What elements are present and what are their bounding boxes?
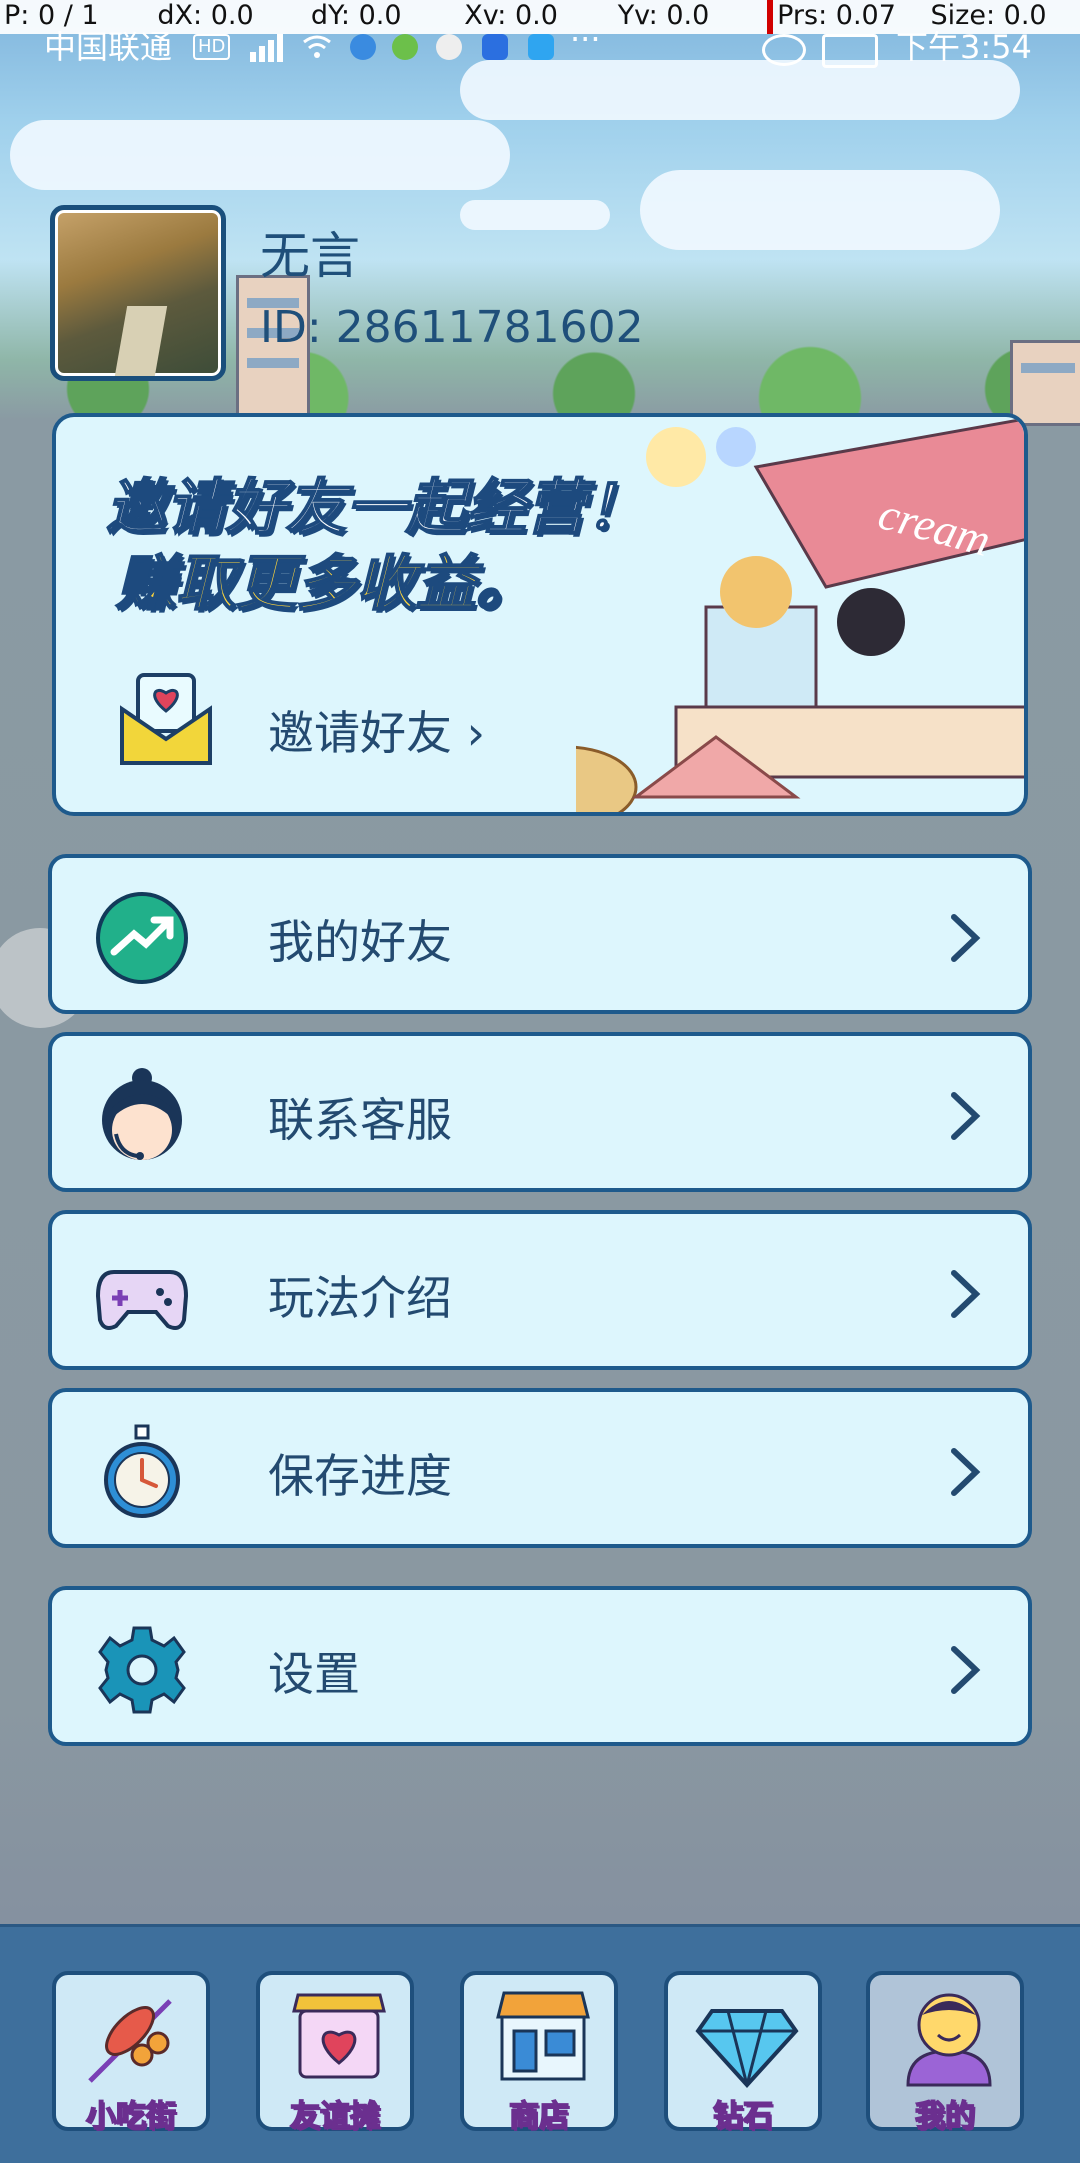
menu-label: 保存进度 bbox=[268, 1449, 452, 1503]
user-face-icon bbox=[906, 1993, 992, 2087]
touch-size: Size: 0.0 bbox=[930, 0, 1047, 31]
pointer-count: P: 0 / 1 bbox=[4, 0, 99, 31]
banner-subline: 赚取更多收益。 bbox=[115, 548, 537, 620]
tab-mine[interactable]: 我的 bbox=[866, 1971, 1024, 2135]
delta-x: dX: 0.0 bbox=[157, 0, 254, 31]
user-name: 无言 bbox=[260, 227, 360, 285]
menu-label: 玩法介绍 bbox=[268, 1271, 452, 1325]
cloud bbox=[460, 200, 610, 230]
velocity-y: Yv: 0.0 bbox=[617, 0, 710, 31]
tab-label: 商店 bbox=[508, 2098, 570, 2135]
tab-snack-street[interactable]: 小吃街 bbox=[52, 1971, 210, 2135]
trend-up-icon bbox=[96, 892, 188, 984]
notification-icon bbox=[392, 34, 418, 60]
stopwatch-icon bbox=[104, 1424, 180, 1518]
notification-icon bbox=[350, 34, 376, 60]
avatar-photo-path bbox=[115, 306, 168, 376]
gear-icon bbox=[98, 1626, 186, 1714]
diamond-icon bbox=[695, 2009, 799, 2088]
cloud bbox=[640, 170, 1000, 250]
tab-label: 小吃街 bbox=[85, 2098, 177, 2135]
search-app-icon bbox=[528, 34, 554, 60]
tab-label: 友谊摊 bbox=[289, 2098, 381, 2135]
pressure: Prs: 0.07 bbox=[767, 0, 926, 34]
bottom-navigation: 小吃街 友谊摊 商店 钻石 我的 bbox=[0, 1924, 1080, 2163]
menu-label: 联系客服 bbox=[268, 1093, 452, 1147]
user-id: ID: 28611781602 bbox=[260, 302, 644, 353]
invite-banner[interactable]: 邀请好友一起经营！ 赚取更多收益。 邀请好友 › cream bbox=[52, 413, 1028, 816]
envelope-heart-icon bbox=[120, 673, 212, 765]
menu-game-guide[interactable]: 玩法介绍 bbox=[48, 1210, 1032, 1370]
tab-label: 钻石 bbox=[712, 2098, 774, 2135]
app-notification-icon bbox=[482, 34, 508, 60]
menu-label: 我的好友 bbox=[268, 915, 452, 969]
chevron-right-icon bbox=[951, 1646, 981, 1694]
building bbox=[1010, 340, 1080, 426]
chevron-right-icon bbox=[951, 1270, 981, 1318]
avatar[interactable] bbox=[50, 205, 226, 381]
invite-friends-label: 邀请好友 bbox=[268, 706, 452, 760]
pointer-debug-bar: P: 0 / 1 dX: 0.0 dY: 0.0 Xv: 0.0 Yv: 0.0… bbox=[0, 0, 1080, 34]
menu-label: 设置 bbox=[268, 1647, 360, 1701]
heart-stall-icon bbox=[292, 1993, 386, 2079]
cloud bbox=[10, 120, 510, 190]
hd-badge: HD bbox=[193, 34, 231, 60]
shop-icon bbox=[496, 1991, 590, 2081]
chevron-right-icon bbox=[951, 1092, 981, 1140]
eye-comfort-icon bbox=[762, 34, 806, 66]
chevron-right-icon bbox=[951, 1448, 981, 1496]
menu-my-friends[interactable]: 我的好友 bbox=[48, 854, 1032, 1014]
tab-shop[interactable]: 商店 bbox=[460, 1971, 618, 2135]
tab-label: 我的 bbox=[914, 2098, 976, 2135]
customer-service-icon bbox=[102, 1068, 182, 1160]
banner-headline: 邀请好友一起经营！ bbox=[105, 472, 647, 544]
ice-cream-stall-illustration: cream bbox=[576, 417, 1024, 812]
battery-icon bbox=[822, 34, 878, 68]
tab-diamonds[interactable]: 钻石 bbox=[664, 1971, 822, 2135]
gamepad-icon bbox=[95, 1270, 189, 1330]
velocity-x: Xv: 0.0 bbox=[464, 0, 558, 31]
menu-contact-support[interactable]: 联系客服 bbox=[48, 1032, 1032, 1192]
skewer-icon bbox=[88, 1999, 172, 2083]
menu-settings[interactable]: 设置 bbox=[48, 1586, 1032, 1746]
tab-friendship-stall[interactable]: 友谊摊 bbox=[256, 1971, 414, 2135]
chevron-right-icon: › bbox=[466, 706, 486, 760]
wifi-icon bbox=[303, 35, 331, 58]
delta-y: dY: 0.0 bbox=[310, 0, 402, 31]
chevron-right-icon bbox=[951, 914, 981, 962]
qq-icon bbox=[436, 34, 462, 60]
menu-save-progress[interactable]: 保存进度 bbox=[48, 1388, 1032, 1548]
invite-friends-link[interactable]: 邀请好友 › bbox=[268, 697, 485, 763]
